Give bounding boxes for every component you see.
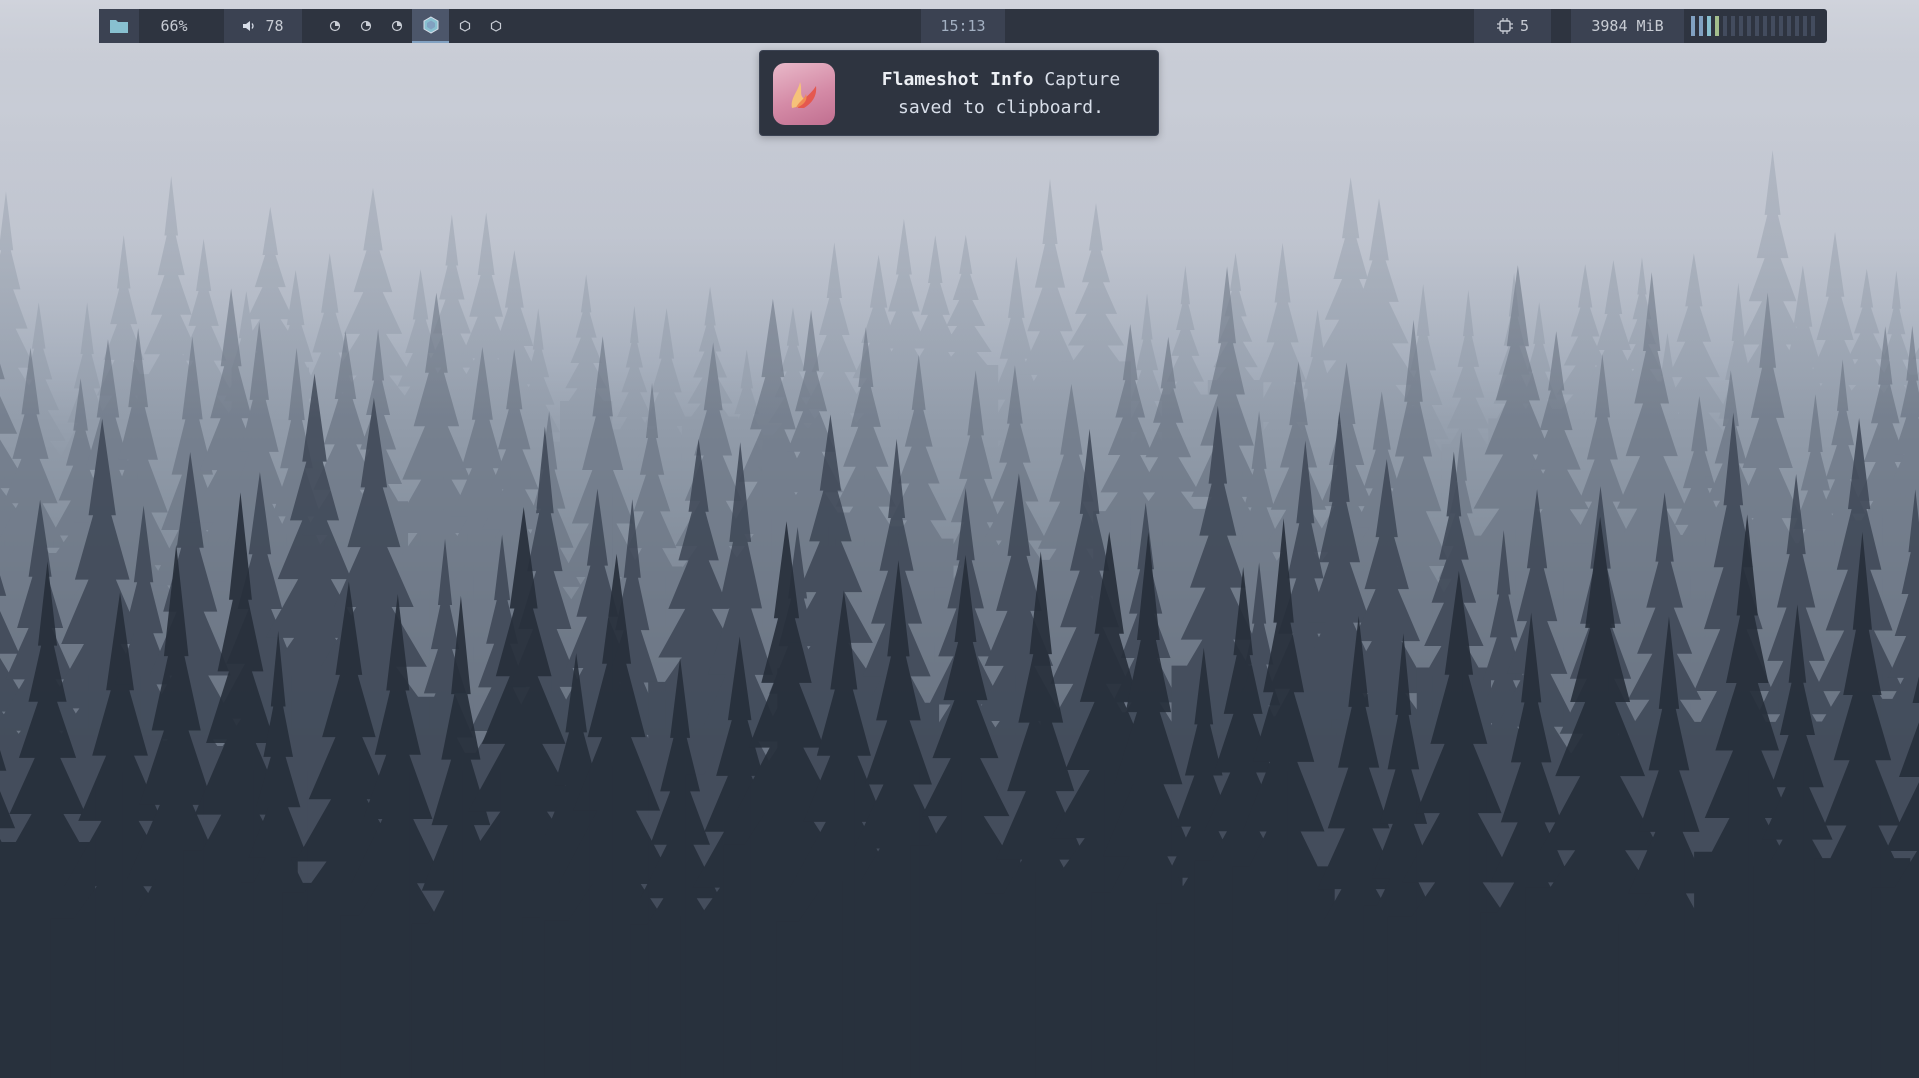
workspace-occupied-icon: [329, 20, 341, 32]
workspace-empty-hexagon-icon: [459, 20, 471, 32]
clock-time: 15:13: [940, 17, 986, 35]
cpu-cores-module[interactable]: [1691, 9, 1821, 43]
forest-illustration: [0, 0, 1919, 1078]
cpu-core-bar: [1787, 16, 1791, 36]
cpu-value: 5: [1519, 17, 1530, 35]
clock-module[interactable]: 15:13: [921, 9, 1005, 43]
workspace-5[interactable]: [449, 9, 480, 43]
speaker-icon: [242, 19, 256, 33]
notification-title: Flameshot Info: [881, 69, 1034, 90]
cpu-core-bar: [1731, 16, 1735, 36]
cpu-core-bars: [1691, 16, 1815, 36]
workspace-empty-hexagon-icon: [490, 20, 502, 32]
workspace-6[interactable]: [480, 9, 511, 43]
workspace-occupied-icon: [360, 20, 372, 32]
cpu-core-bar: [1803, 16, 1807, 36]
cpu-core-bar: [1795, 16, 1799, 36]
workspace-1[interactable]: [319, 9, 350, 43]
cpu-core-bar: [1771, 16, 1775, 36]
workspace-4[interactable]: [412, 9, 449, 43]
flameshot-icon: [773, 63, 835, 125]
file-manager-launcher[interactable]: [99, 9, 139, 43]
cpu-core-bar: [1739, 16, 1743, 36]
volume-value: 78: [265, 17, 284, 35]
desktop-wallpaper: [0, 0, 1919, 1078]
cpu-core-bar: [1715, 16, 1719, 36]
cpu-core-bar: [1747, 16, 1751, 36]
brightness-value: 66%: [160, 17, 188, 35]
volume-module[interactable]: 78: [224, 9, 302, 43]
notification-popup[interactable]: Flameshot Info Capture saved to clipboar…: [759, 50, 1159, 136]
workspace-active-hexagon-icon: [422, 16, 440, 34]
brightness-module[interactable]: 66%: [139, 9, 209, 43]
top-status-bar: 66% 78 15:13 5 3984 MiB: [99, 9, 1827, 43]
cpu-core-bar: [1723, 16, 1727, 36]
cpu-module[interactable]: 5: [1474, 9, 1551, 43]
cpu-core-bar: [1755, 16, 1759, 36]
cpu-core-bar: [1779, 16, 1783, 36]
folder-icon: [109, 18, 129, 34]
workspace-2[interactable]: [350, 9, 381, 43]
chip-icon: [1496, 17, 1514, 35]
memory-module[interactable]: 3984 MiB: [1571, 9, 1684, 43]
cpu-core-bar: [1699, 16, 1703, 36]
cpu-core-bar: [1763, 16, 1767, 36]
workspace-occupied-icon: [391, 20, 403, 32]
cpu-core-bar: [1707, 16, 1711, 36]
cpu-core-bar: [1811, 16, 1815, 36]
workspace-3[interactable]: [381, 9, 412, 43]
memory-value: 3984 MiB: [1591, 17, 1664, 35]
notification-message: Flameshot Info Capture saved to clipboar…: [856, 66, 1146, 122]
cpu-core-bar: [1691, 16, 1695, 36]
workspace-switcher: [319, 9, 505, 43]
